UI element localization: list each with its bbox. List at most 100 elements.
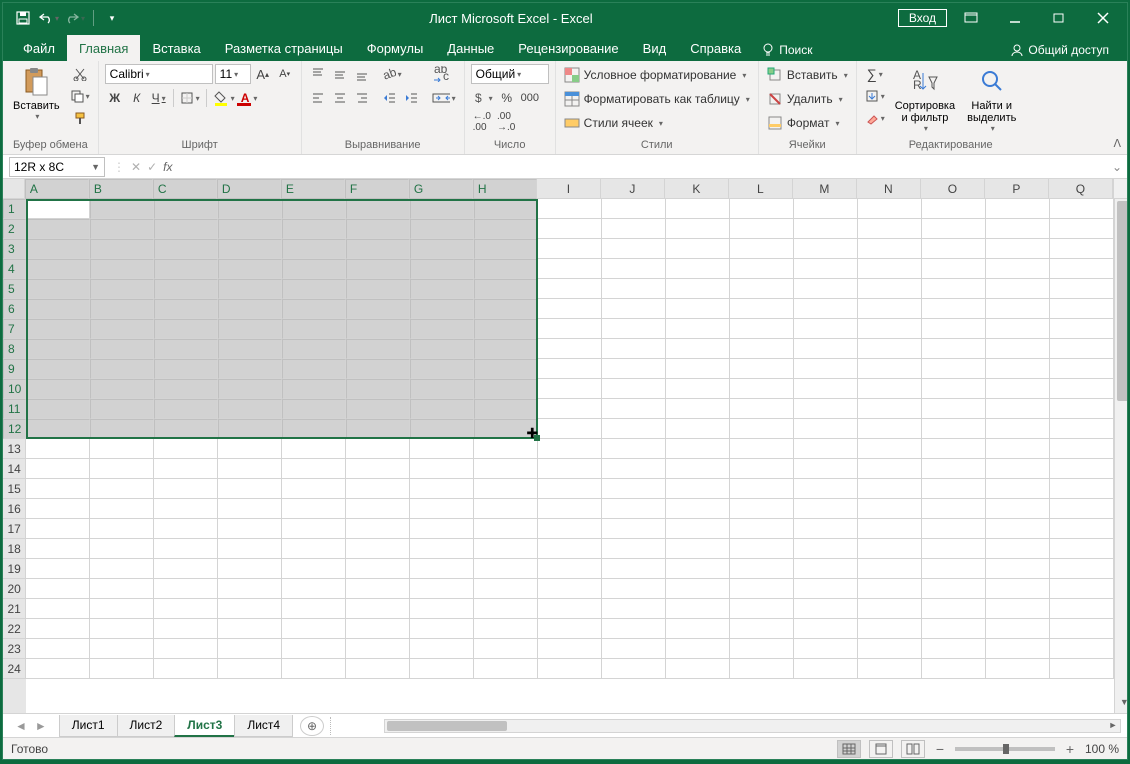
cell[interactable] bbox=[282, 399, 346, 419]
column-header[interactable]: O bbox=[921, 179, 985, 198]
column-header[interactable]: E bbox=[281, 179, 345, 199]
cell[interactable] bbox=[474, 559, 538, 579]
cell[interactable] bbox=[730, 219, 794, 239]
cell[interactable] bbox=[346, 499, 410, 519]
fill-icon[interactable] bbox=[863, 86, 887, 106]
cell[interactable] bbox=[922, 519, 986, 539]
cell[interactable] bbox=[282, 379, 346, 399]
cell[interactable] bbox=[1050, 219, 1114, 239]
cell[interactable] bbox=[282, 659, 346, 679]
cell[interactable] bbox=[90, 399, 154, 419]
cell[interactable] bbox=[282, 479, 346, 499]
increase-font-icon[interactable]: A▴ bbox=[253, 64, 273, 84]
cell[interactable] bbox=[154, 419, 218, 439]
ribbon-display-icon[interactable] bbox=[951, 4, 991, 32]
cell[interactable] bbox=[218, 259, 282, 279]
cell[interactable] bbox=[154, 559, 218, 579]
column-header[interactable]: A bbox=[25, 179, 89, 199]
insert-function-icon[interactable]: fx bbox=[163, 160, 172, 174]
cell[interactable] bbox=[730, 339, 794, 359]
cell[interactable] bbox=[218, 619, 282, 639]
cell[interactable] bbox=[666, 359, 730, 379]
cell[interactable] bbox=[410, 619, 474, 639]
cell[interactable] bbox=[154, 519, 218, 539]
cell[interactable] bbox=[858, 459, 922, 479]
cell[interactable] bbox=[666, 259, 730, 279]
cell[interactable] bbox=[346, 259, 410, 279]
cell[interactable] bbox=[346, 379, 410, 399]
cell[interactable] bbox=[922, 219, 986, 239]
cell[interactable] bbox=[282, 419, 346, 439]
cell[interactable] bbox=[922, 619, 986, 639]
cell[interactable] bbox=[858, 539, 922, 559]
cell[interactable] bbox=[346, 559, 410, 579]
sign-in-button[interactable]: Вход bbox=[898, 9, 947, 27]
cell[interactable] bbox=[90, 659, 154, 679]
cell[interactable] bbox=[26, 599, 90, 619]
cell[interactable] bbox=[282, 259, 346, 279]
row-header[interactable]: 20 bbox=[3, 579, 26, 599]
cell[interactable] bbox=[794, 639, 858, 659]
tab-scroll-right-icon[interactable]: ► bbox=[35, 719, 47, 733]
cell[interactable] bbox=[474, 379, 538, 399]
cell[interactable] bbox=[154, 619, 218, 639]
cell[interactable] bbox=[410, 359, 474, 379]
cell[interactable] bbox=[602, 639, 666, 659]
cell[interactable] bbox=[90, 479, 154, 499]
merge-center-icon[interactable] bbox=[430, 88, 458, 108]
cell[interactable] bbox=[666, 659, 730, 679]
cell[interactable] bbox=[90, 559, 154, 579]
cell[interactable] bbox=[602, 659, 666, 679]
formula-input[interactable] bbox=[180, 157, 1107, 177]
cell[interactable] bbox=[858, 519, 922, 539]
cell[interactable] bbox=[986, 519, 1050, 539]
cell[interactable] bbox=[538, 379, 602, 399]
cell[interactable] bbox=[538, 619, 602, 639]
cell[interactable] bbox=[602, 519, 666, 539]
cell[interactable] bbox=[90, 459, 154, 479]
find-select-button[interactable]: Найти и выделить bbox=[963, 64, 1020, 135]
cell[interactable] bbox=[1050, 279, 1114, 299]
cell[interactable] bbox=[730, 599, 794, 619]
cell[interactable] bbox=[90, 299, 154, 319]
cell[interactable] bbox=[858, 259, 922, 279]
cell[interactable] bbox=[666, 399, 730, 419]
cell[interactable] bbox=[538, 419, 602, 439]
sheet-tab[interactable]: Лист1 bbox=[59, 715, 118, 737]
cell[interactable] bbox=[986, 659, 1050, 679]
cell[interactable] bbox=[90, 279, 154, 299]
scroll-down-icon[interactable]: ▼ bbox=[1115, 697, 1127, 713]
cell[interactable] bbox=[794, 199, 858, 219]
cell[interactable] bbox=[602, 219, 666, 239]
sheet-tab[interactable]: Лист3 bbox=[174, 715, 235, 737]
cell[interactable] bbox=[90, 319, 154, 339]
cell[interactable] bbox=[986, 639, 1050, 659]
cell[interactable] bbox=[218, 579, 282, 599]
cell[interactable] bbox=[1050, 379, 1114, 399]
cell[interactable] bbox=[922, 279, 986, 299]
insert-cells-button[interactable]: Вставить bbox=[765, 64, 850, 86]
cell[interactable] bbox=[538, 499, 602, 519]
cell[interactable] bbox=[922, 299, 986, 319]
cell[interactable] bbox=[154, 599, 218, 619]
cell[interactable] bbox=[410, 519, 474, 539]
cell[interactable] bbox=[794, 339, 858, 359]
cell[interactable] bbox=[986, 539, 1050, 559]
row-header[interactable]: 12 bbox=[3, 419, 26, 439]
column-header[interactable]: L bbox=[729, 179, 793, 198]
row-header[interactable]: 19 bbox=[3, 559, 26, 579]
font-color-icon[interactable]: A bbox=[239, 88, 260, 108]
align-middle-icon[interactable] bbox=[330, 64, 350, 84]
cell[interactable] bbox=[26, 399, 90, 419]
cut-icon[interactable] bbox=[68, 64, 92, 84]
row-header[interactable]: 6 bbox=[3, 299, 26, 319]
column-header[interactable]: G bbox=[409, 179, 473, 199]
cell[interactable] bbox=[602, 199, 666, 219]
cell[interactable] bbox=[858, 339, 922, 359]
cell[interactable] bbox=[474, 259, 538, 279]
cell[interactable] bbox=[154, 379, 218, 399]
cell[interactable] bbox=[666, 579, 730, 599]
cell[interactable] bbox=[410, 659, 474, 679]
cell[interactable] bbox=[794, 259, 858, 279]
cell[interactable] bbox=[538, 319, 602, 339]
